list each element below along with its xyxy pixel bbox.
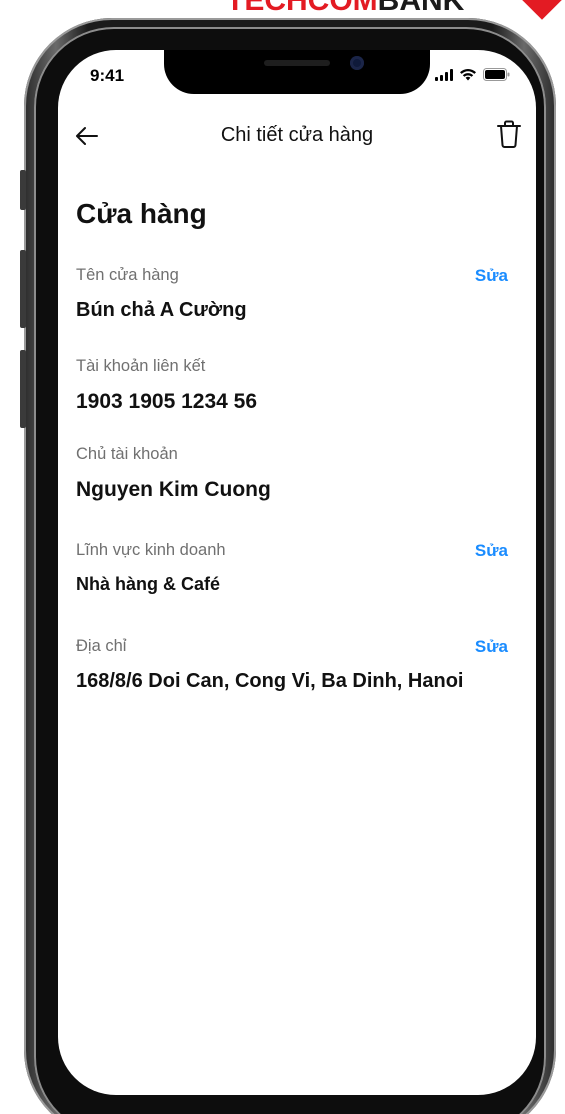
field-label: Địa chỉ xyxy=(76,637,127,655)
notch xyxy=(164,50,430,94)
field-value: Nhà hàng & Café xyxy=(76,574,221,594)
brand-logo: TECHCOMBANK xyxy=(226,0,464,18)
speaker xyxy=(264,60,330,66)
status-time: 9:41 xyxy=(90,66,125,85)
field-value: 168/8/6 Doi Can, Cong Vi, Ba Dinh, Hanoi xyxy=(76,670,464,692)
wifi-icon xyxy=(459,68,477,81)
mute-switch xyxy=(20,170,26,210)
field-value: Nguyen Kim Cuong xyxy=(76,478,271,501)
brand-text-dark: BANK xyxy=(377,0,465,17)
trash-icon[interactable] xyxy=(494,118,524,150)
field-business-category: Lĩnh vực kinh doanh Nhà hàng & Café Sửa xyxy=(76,541,516,595)
field-linked-account: Tài khoản liên kết 1903 1905 1234 56 xyxy=(76,357,516,414)
nav-bar: Chi tiết cửa hàng xyxy=(58,114,536,158)
field-label: Lĩnh vực kinh doanh xyxy=(76,541,226,559)
screen: 9:41 Chi tiết cửa hàng Cửa hàng Tên cửa … xyxy=(58,50,536,1095)
status-icons xyxy=(435,68,510,81)
field-value: Bún chả A Cường xyxy=(76,299,247,321)
brand-text-red: TECHCOM xyxy=(226,0,378,17)
brand-heart-icon xyxy=(522,0,562,20)
field-address: Địa chỉ 168/8/6 Doi Can, Cong Vi, Ba Din… xyxy=(76,637,516,693)
front-camera xyxy=(350,56,364,70)
edit-business-category-button[interactable]: Sửa xyxy=(475,541,508,561)
field-store-name: Tên cửa hàng Bún chả A Cường Sửa xyxy=(76,266,516,322)
section-title: Cửa hàng xyxy=(76,198,207,229)
signal-icon xyxy=(435,69,453,81)
field-label: Tài khoản liên kết xyxy=(76,357,206,375)
field-account-holder: Chủ tài khoản Nguyen Kim Cuong xyxy=(76,445,516,502)
battery-icon xyxy=(483,68,510,81)
stage: TECHCOMBANK 9:41 Chi tiết cửa hàng Cửa h… xyxy=(0,0,565,1114)
field-label: Tên cửa hàng xyxy=(76,266,179,284)
volume-down-button xyxy=(20,350,26,428)
field-value: 1903 1905 1234 56 xyxy=(76,390,258,413)
edit-address-button[interactable]: Sửa xyxy=(475,637,508,657)
page-title: Chi tiết cửa hàng xyxy=(220,124,374,146)
edit-store-name-button[interactable]: Sửa xyxy=(475,266,508,286)
volume-up-button xyxy=(20,250,26,328)
field-label: Chủ tài khoản xyxy=(76,445,178,463)
